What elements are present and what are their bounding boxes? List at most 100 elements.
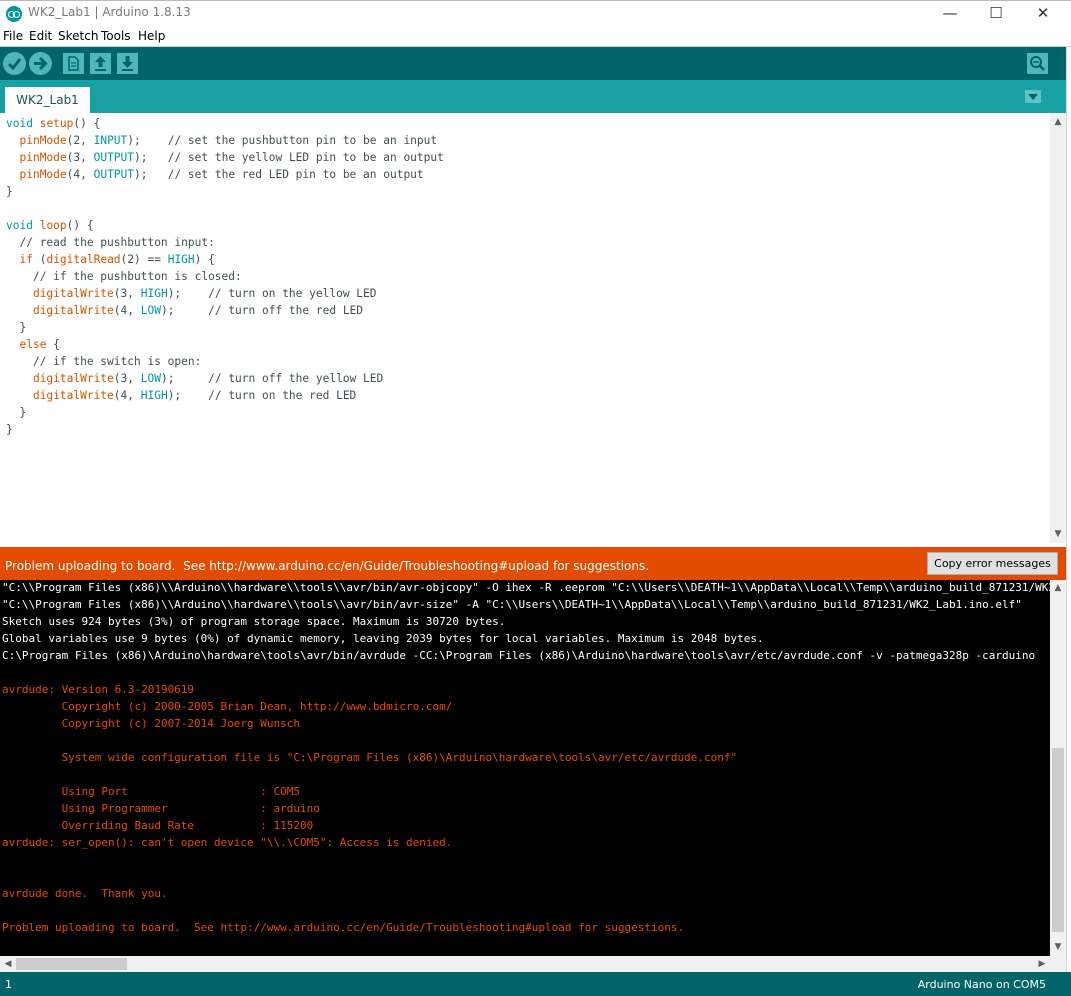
code-token: ); xyxy=(134,168,168,181)
code-token: ); xyxy=(134,151,168,164)
code-token: pinMode xyxy=(19,151,67,164)
menu-edit[interactable]: Edit xyxy=(29,29,52,43)
tab-menu-button[interactable] xyxy=(1025,90,1041,103)
code-token: if xyxy=(19,253,33,266)
code-line: } xyxy=(6,183,13,200)
scrollbar-corner xyxy=(1050,956,1066,972)
verify-button[interactable] xyxy=(3,52,26,75)
editor-scrollbar[interactable]: ▲ ▼ xyxy=(1050,113,1066,543)
code-token: // turn on the yellow LED xyxy=(208,287,377,300)
menu-file[interactable]: File xyxy=(3,29,23,43)
code-line: } xyxy=(6,319,26,336)
console-vertical-thumb[interactable] xyxy=(1052,748,1064,932)
open-sketch-button[interactable] xyxy=(90,53,111,74)
console-line: Problem uploading to board. See http://w… xyxy=(2,921,685,934)
code-token: ); xyxy=(160,304,209,317)
console-horizontal-scrollbar[interactable]: ◀ ▶ xyxy=(0,956,1050,972)
serial-monitor-button[interactable] xyxy=(1027,53,1048,74)
arduino-logo-icon xyxy=(6,6,22,22)
code-line: digitalWrite(3, LOW); // turn off the ye… xyxy=(6,370,383,387)
code-token: digitalWrite xyxy=(32,389,114,402)
upload-icon xyxy=(34,56,48,71)
code-token: digitalWrite xyxy=(32,372,114,385)
minimize-button[interactable]: — xyxy=(927,1,973,26)
code-token: ); xyxy=(167,287,209,300)
console-vertical-scrollbar[interactable]: ▲ ▼ xyxy=(1050,580,1066,956)
console-horizontal-thumb[interactable] xyxy=(16,958,127,970)
console-line: Copyright (c) 2000-2005 Brian Dean, http… xyxy=(2,700,453,713)
code-token: OUTPUT xyxy=(93,168,135,181)
copy-error-messages-button[interactable]: Copy error messages xyxy=(927,552,1058,575)
console-scroll-down-arrow-icon[interactable]: ▼ xyxy=(1050,940,1066,954)
code-token: void xyxy=(6,117,33,130)
save-icon xyxy=(122,56,133,71)
code-token: LOW xyxy=(140,372,161,385)
code-line: digitalWrite(4, HIGH); // turn on the re… xyxy=(6,387,356,404)
title-bar: WK2_Lab1 | Arduino 1.8.13 — ☐ ✕ xyxy=(0,0,1071,25)
console-line: avrdude: Version 6.3-20190619 xyxy=(2,683,195,696)
code-token: // if the pushbutton is closed: xyxy=(32,270,242,283)
board-port-label: Arduino Nano on COM5 xyxy=(917,978,1046,991)
footer-status-bar: 1 Arduino Nano on COM5 xyxy=(0,972,1071,996)
code-token: setup xyxy=(39,117,74,130)
scroll-up-arrow-icon[interactable]: ▲ xyxy=(1050,115,1066,129)
code-token: ( xyxy=(32,253,47,266)
line-number: 1 xyxy=(5,978,12,991)
code-token: } xyxy=(6,406,27,419)
menu-help[interactable]: Help xyxy=(138,29,165,43)
code-token: (4, xyxy=(113,389,141,402)
console-output[interactable]: "C:\\Program Files (x86)\\Arduino\\hardw… xyxy=(0,580,1050,956)
menu-bar: File Edit Sketch Tools Help xyxy=(0,26,1071,47)
tab-wk2-lab1[interactable]: WK2_Lab1 xyxy=(5,87,90,113)
console-scroll-right-arrow-icon[interactable]: ▶ xyxy=(1034,957,1050,971)
code-token: // turn off the red LED xyxy=(208,304,364,317)
console-scroll-up-arrow-icon[interactable]: ▲ xyxy=(1050,581,1066,595)
code-line: else { xyxy=(6,336,59,353)
code-editor[interactable]: void setup() { pinMode(2, INPUT); // set… xyxy=(0,113,1050,543)
code-line: digitalWrite(3, HIGH); // turn on the ye… xyxy=(6,285,377,302)
code-token: // turn on the red LED xyxy=(208,389,357,402)
console-scroll-left-arrow-icon[interactable]: ◀ xyxy=(0,957,16,971)
code-token: HIGH xyxy=(140,287,168,300)
console-line: System wide configuration file is "C:\Pr… xyxy=(2,751,738,764)
maximize-button[interactable]: ☐ xyxy=(973,1,1019,26)
code-token: (3, xyxy=(113,372,141,385)
code-token: (4, xyxy=(113,304,141,317)
upload-button[interactable] xyxy=(29,52,52,75)
code-token: (2, xyxy=(66,134,94,147)
error-status-bar: Problem uploading to board. See http://w… xyxy=(0,547,1071,580)
code-token: (4, xyxy=(66,168,94,181)
code-token: () { xyxy=(66,219,94,232)
save-sketch-button[interactable] xyxy=(117,53,138,74)
menu-sketch[interactable]: Sketch xyxy=(58,29,98,43)
verify-icon xyxy=(7,58,22,71)
new-sketch-button[interactable] xyxy=(63,53,84,74)
code-token: } xyxy=(6,321,27,334)
console-line: Overriding Baud Rate : 115200 xyxy=(2,819,314,832)
scroll-down-arrow-icon[interactable]: ▼ xyxy=(1050,527,1066,541)
code-line: digitalWrite(4, LOW); // turn off the re… xyxy=(6,302,363,319)
code-token: digitalWrite xyxy=(32,287,114,300)
menu-tools[interactable]: Tools xyxy=(101,29,131,43)
code-token: HIGH xyxy=(167,253,195,266)
close-button[interactable]: ✕ xyxy=(1020,1,1066,26)
window-right-edge xyxy=(1066,47,1071,996)
code-token: HIGH xyxy=(140,389,168,402)
code-token: (3, xyxy=(66,151,94,164)
code-line: if (digitalRead(2) == HIGH) { xyxy=(6,251,215,268)
console-line: avrdude done. Thank you. xyxy=(2,887,168,900)
code-line: // if the switch is open: xyxy=(6,353,201,370)
code-line: pinMode(4, OUTPUT); // set the red LED p… xyxy=(6,166,423,183)
code-line: // if the pushbutton is closed: xyxy=(6,268,242,285)
console-line: Global variables use 9 bytes (0%) of dyn… xyxy=(2,632,764,645)
code-token: ) { xyxy=(194,253,215,266)
code-token: else xyxy=(19,338,47,351)
code-token: ); xyxy=(160,372,209,385)
code-token: digitalRead xyxy=(46,253,121,266)
